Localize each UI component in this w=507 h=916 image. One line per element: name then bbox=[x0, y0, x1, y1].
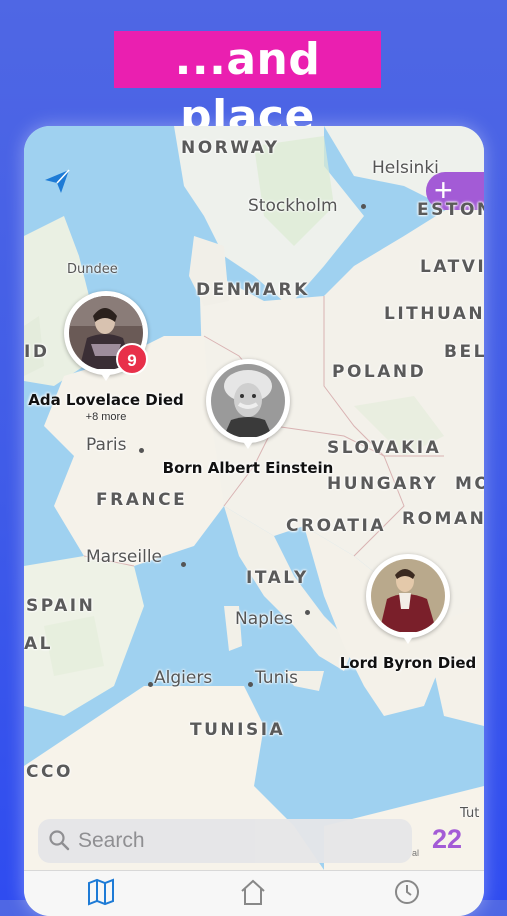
paper-plane-icon[interactable] bbox=[42, 166, 72, 196]
city-label-marseille: Marseille bbox=[86, 547, 163, 567]
country-label-spain: SPAIN bbox=[26, 596, 96, 616]
city-dot bbox=[139, 448, 144, 453]
country-label-belarus: BEL bbox=[444, 342, 484, 362]
country-label-morocco: CCO bbox=[26, 762, 73, 782]
pin-pointer bbox=[400, 632, 416, 644]
city-label-paris: Paris bbox=[86, 435, 127, 455]
country-label-france: FRANCE bbox=[96, 490, 188, 510]
country-label-italy: ITALY bbox=[246, 568, 309, 588]
city-dot bbox=[305, 610, 310, 615]
country-label-denmark: DENMARK bbox=[196, 280, 310, 300]
pin-avatar bbox=[206, 359, 290, 449]
country-label-croatia: CROATIA bbox=[286, 516, 386, 536]
pin-caption: Lord Byron Died bbox=[339, 654, 477, 672]
search-input[interactable]: Search bbox=[38, 819, 412, 863]
country-label-slovakia: SLOVAKIA bbox=[327, 438, 442, 458]
search-placeholder: Search bbox=[78, 829, 145, 852]
country-label-romania: ROMAN bbox=[402, 509, 484, 529]
event-pin-lord-byron[interactable]: Lord Byron Died bbox=[340, 554, 476, 672]
country-label-poland: POLAND bbox=[332, 362, 427, 382]
city-label-dundee: Dundee bbox=[67, 262, 118, 277]
event-total-count: 22 bbox=[432, 824, 463, 854]
country-label-lithuania: LITHUAN bbox=[384, 304, 484, 324]
home-icon[interactable] bbox=[238, 877, 268, 907]
pin-pointer bbox=[240, 437, 256, 449]
pin-pointer bbox=[98, 369, 114, 381]
portrait-image bbox=[211, 364, 285, 438]
city-label-helsinki: Helsinki bbox=[372, 158, 439, 178]
pin-more-count: +8 more bbox=[85, 411, 127, 423]
city-dot bbox=[248, 682, 253, 687]
country-label-portugal: AL bbox=[24, 634, 53, 654]
portrait-image bbox=[371, 559, 445, 633]
legal-link[interactable]: al bbox=[412, 848, 419, 858]
tab-bar bbox=[24, 870, 484, 916]
city-label-algiers: Algiers bbox=[154, 668, 213, 688]
country-label-moldova: MO bbox=[455, 474, 484, 494]
event-count-badge: 9 bbox=[116, 343, 148, 375]
promo-banner: ...and place bbox=[114, 31, 381, 142]
country-label-ireland: ID bbox=[24, 342, 50, 362]
city-label-stockholm: Stockholm bbox=[248, 196, 338, 216]
event-pin-albert-einstein[interactable]: Born Albert Einstein bbox=[163, 359, 333, 477]
city-label-naples: Naples bbox=[235, 609, 293, 629]
pin-avatar bbox=[366, 554, 450, 644]
city-dot bbox=[148, 682, 153, 687]
pin-caption: Born Albert Einstein bbox=[162, 459, 334, 477]
country-label-tunisia: TUNISIA bbox=[190, 720, 286, 740]
city-dot bbox=[181, 562, 186, 567]
country-label-estonia: ESTON bbox=[417, 200, 484, 220]
city-dot bbox=[361, 204, 366, 209]
pin-caption: Ada Lovelace Died bbox=[28, 391, 184, 409]
city-label-tunis: Tunis bbox=[255, 668, 298, 688]
map-background bbox=[24, 126, 484, 870]
country-label-latvia: LATVI bbox=[420, 257, 484, 277]
map-icon[interactable] bbox=[86, 877, 116, 907]
map-view[interactable]: + NORWAY Helsinki ESTON Stockholm Dundee… bbox=[24, 126, 484, 870]
clock-icon[interactable] bbox=[392, 877, 422, 907]
country-label-norway: NORWAY bbox=[181, 138, 280, 158]
city-label-tut: Tut bbox=[460, 806, 480, 821]
country-label-hungary: HUNGARY bbox=[327, 474, 439, 494]
phone-screen: + NORWAY Helsinki ESTON Stockholm Dundee… bbox=[24, 126, 484, 916]
